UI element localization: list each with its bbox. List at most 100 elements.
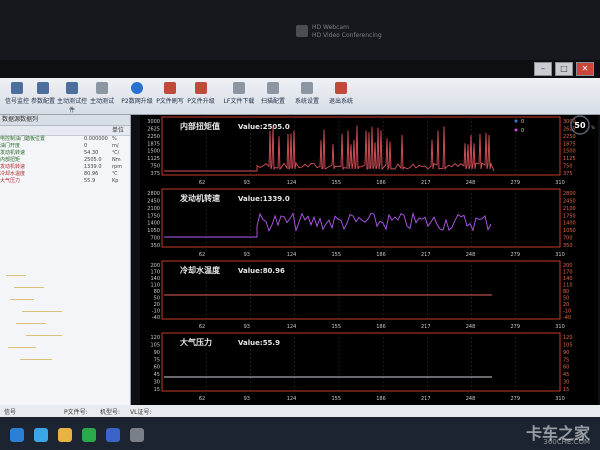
y-tick-label-right: 45	[563, 372, 569, 378]
x-tick-label: 248	[466, 396, 476, 402]
toolbar-label: P2数网升级	[121, 98, 153, 105]
folder-icon[interactable]	[58, 428, 72, 442]
chart-frame	[161, 332, 561, 392]
app-icon[interactable]	[82, 428, 96, 442]
x-tick-label: 186	[376, 180, 386, 186]
y-tick-label-right: 75	[563, 357, 569, 363]
y-tick-label: -10	[152, 309, 160, 315]
config-icon	[37, 82, 49, 94]
panel-row[interactable]: 油门开度 0 m/	[0, 143, 130, 150]
panel-row[interactable]: 冷却水温度 80.96 ℃	[0, 171, 130, 178]
status-vl: VL证号:	[130, 409, 152, 416]
y-tick-label-right: 110	[563, 283, 573, 289]
chart-area: 3000 2625 2250 1875 1500 1125 750 375 3000 2625 22…	[140, 115, 598, 405]
y-tick-label-right: 60	[563, 365, 569, 371]
y-tick-label-right: 80	[563, 289, 569, 295]
monitor-icon	[11, 82, 23, 94]
toolbar-p-upgrade[interactable]: P文件升级	[186, 82, 216, 112]
row-unit: m/	[112, 143, 119, 149]
toolbar-p-flash[interactable]: P文件刷写	[156, 82, 184, 112]
toolbar-system-settings[interactable]: 系统设置	[292, 82, 322, 112]
y-tick-label-right: 375	[563, 171, 573, 177]
y-tick-label: 2100	[147, 206, 160, 212]
row-unit: ℃	[112, 171, 118, 177]
x-tick-label: 310	[555, 252, 565, 258]
panel-row[interactable]: 大气压力 55.9 Kp	[0, 178, 130, 185]
row-value: 55.9	[84, 178, 96, 184]
toolbar-label: LF文件下载	[223, 98, 255, 105]
chart-title: 冷却水温度	[180, 265, 221, 275]
y-tick-label-right: 30	[563, 380, 569, 386]
download-icon	[233, 82, 245, 94]
toolbar-active-test-ctrl[interactable]: 主动测试控件	[56, 82, 88, 114]
y-tick-label: 2250	[147, 134, 160, 140]
close-button[interactable]: ✕	[576, 62, 594, 76]
word-icon[interactable]	[106, 428, 120, 442]
webcam-icon	[296, 25, 308, 37]
file-upgrade-icon	[195, 82, 207, 94]
series-line	[164, 125, 495, 172]
toolbar-param-config[interactable]: 参数配置	[30, 82, 56, 112]
y-tick-label: 375	[150, 171, 160, 177]
chart-value: Value:80.96	[238, 267, 285, 275]
toolbar-exit[interactable]: 退出系统	[326, 82, 356, 112]
row-unit: Nm	[112, 157, 121, 163]
chart-title: 发动机转速	[179, 193, 220, 203]
toolbar-lf-download[interactable]: LF文件下载	[222, 82, 256, 112]
legend-dot	[514, 119, 518, 123]
y-tick-label-right: 1750	[563, 213, 576, 219]
tool-icon[interactable]	[130, 428, 144, 442]
bottom-status-row: 信号 P文件号: 机型号: VL证号:	[0, 405, 600, 417]
toolbar-p2-upgrade[interactable]: P2数网升级	[120, 82, 154, 112]
panel-columns: 单位	[0, 126, 130, 136]
panel-row[interactable]: 电控制油门踏板位置 0.000000%	[0, 136, 130, 143]
x-tick-label: 124	[287, 324, 297, 330]
webcam-line2: HD Video Conferencing	[312, 32, 382, 39]
row-unit: %	[112, 136, 117, 142]
x-tick-label: 124	[287, 396, 297, 402]
row-name: 冷却水温度	[0, 171, 26, 177]
series-line	[164, 211, 492, 238]
y-tick-label-right: 140	[563, 276, 573, 282]
minimize-button[interactable]: –	[534, 62, 552, 76]
x-tick-label: 62	[199, 396, 205, 402]
chart-frame	[161, 188, 561, 248]
y-tick-label: 45	[154, 372, 160, 378]
y-tick-label-right: -40	[563, 315, 571, 321]
browser-icon[interactable]	[34, 428, 48, 442]
x-tick-label: 186	[376, 252, 386, 258]
upgrade-icon	[131, 82, 143, 94]
y-tick-label-right: 1050	[563, 228, 576, 234]
toolbar-active-test[interactable]: 主动测试	[88, 82, 116, 112]
panel-row[interactable]: 发动机转速 54.30 ℃/	[0, 150, 130, 157]
y-tick-label: 2800	[147, 191, 160, 197]
x-tick-label: 62	[199, 252, 205, 258]
toolbar-signal-monitor[interactable]: 信号监控	[4, 82, 30, 112]
maximize-button[interactable]: □	[555, 62, 573, 76]
x-tick-label: 279	[510, 180, 520, 186]
y-tick-label: 1875	[147, 141, 160, 147]
start-icon[interactable]	[10, 428, 24, 442]
y-tick-label-right: 50	[563, 296, 569, 302]
chart-frame	[161, 260, 561, 320]
row-name: 发动机转速	[0, 164, 26, 170]
test-icon	[96, 82, 108, 94]
y-tick-label: 30	[154, 380, 160, 386]
x-tick-label: 217	[421, 252, 431, 258]
panel-row[interactable]: 内部扭矩 2505.0 Nm	[0, 157, 130, 164]
row-unit: ℃/	[112, 150, 120, 156]
y-tick-label: 1050	[147, 228, 160, 234]
toolbar-scan-config[interactable]: 扫描配置	[258, 82, 288, 112]
toolbar-label: 系统设置	[294, 98, 319, 105]
y-tick-label-right: 2800	[563, 191, 576, 197]
x-tick-label: 155	[331, 324, 341, 330]
scan-icon	[267, 82, 279, 94]
y-tick-label: 105	[150, 342, 160, 348]
data-source-panel: 数据源数据列 单位 电控制油门踏板位置 0.000000% 油门开度 0 m/发动机转速…	[0, 115, 131, 450]
y-tick-label: 2450	[147, 198, 160, 204]
x-tick-label: 217	[421, 324, 431, 330]
row-name: 发动机转速	[0, 150, 26, 156]
x-tick-label: 93	[244, 396, 250, 402]
panel-row[interactable]: 发动机转速 1339.0 rpm	[0, 164, 130, 171]
y-tick-label: 75	[154, 357, 160, 363]
